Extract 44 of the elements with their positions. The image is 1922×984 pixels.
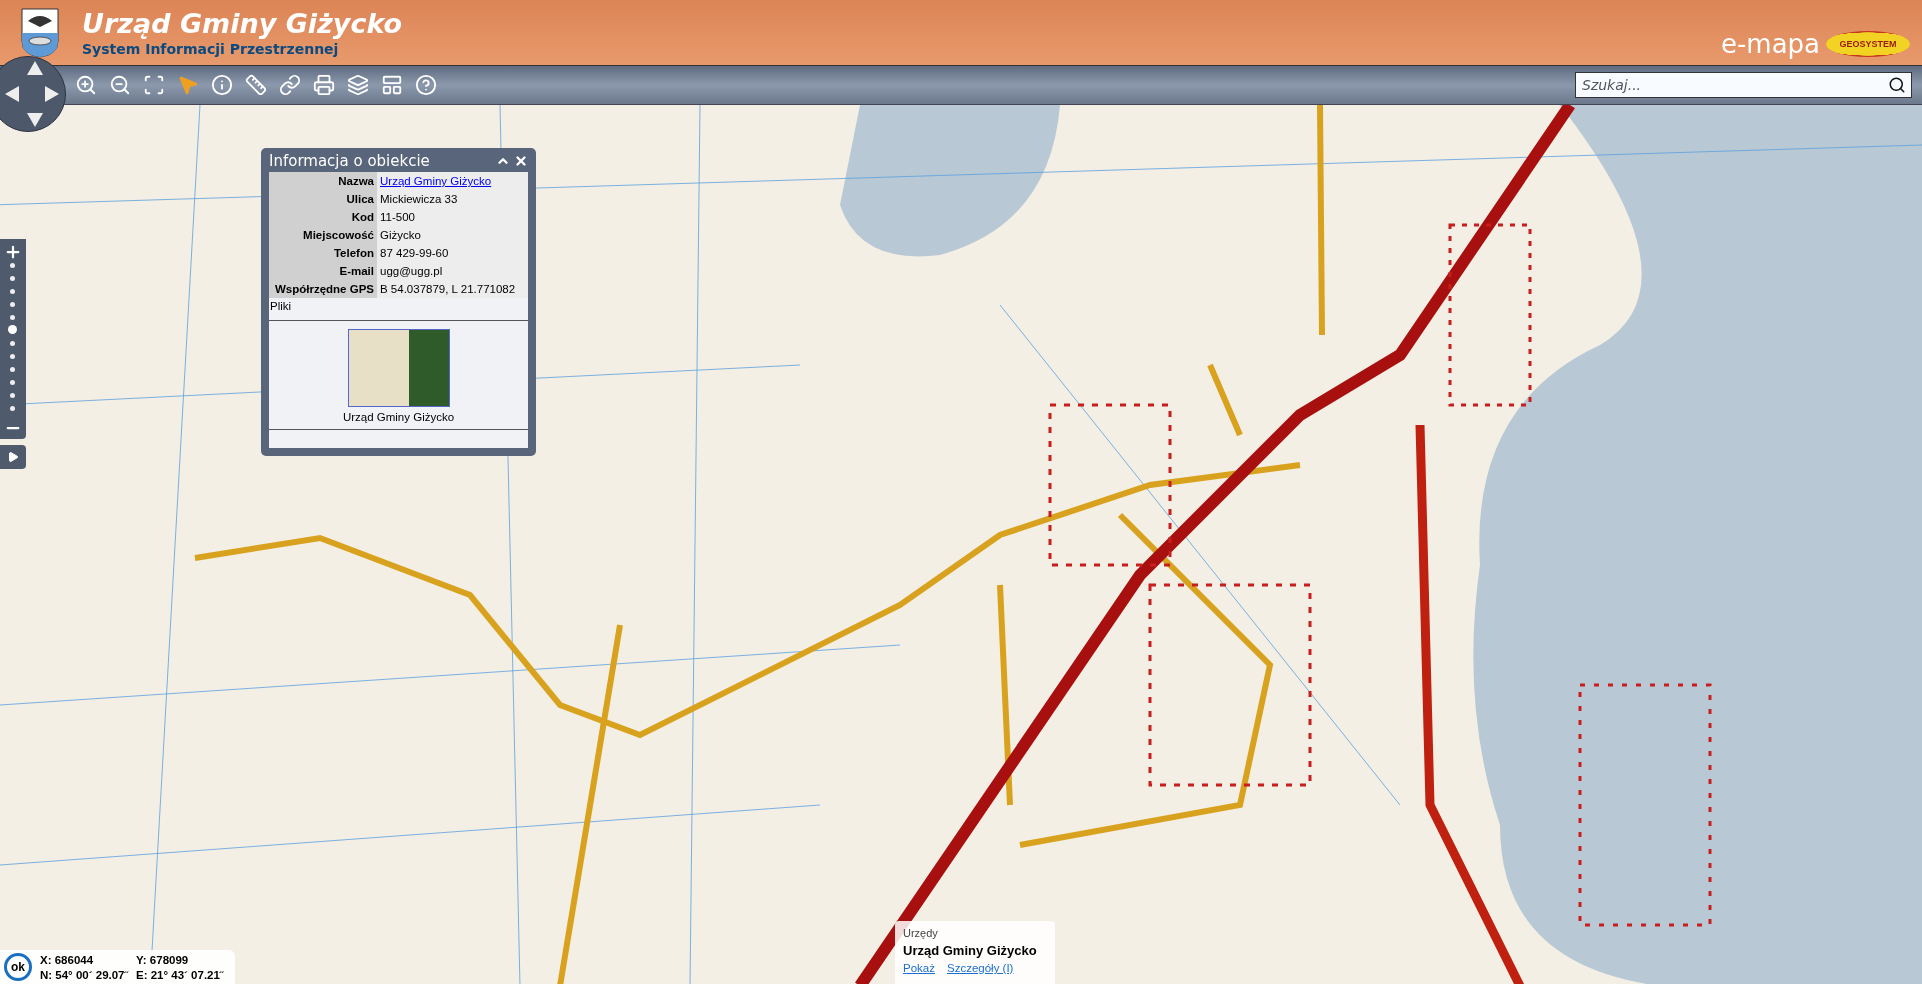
field-value: 87 429-99-60 [377, 244, 528, 262]
field-label: Miejscowość [269, 226, 377, 244]
ok-button[interactable]: ok [4, 953, 32, 981]
photo-placeholder[interactable] [347, 329, 450, 407]
popup-name: Urząd Gminy Giżycko [903, 943, 1038, 958]
play-icon [7, 451, 19, 463]
popup-category: Urzędy [903, 927, 939, 939]
pan-down-icon[interactable] [27, 113, 43, 129]
field-value: Giżycko [377, 226, 528, 244]
popup-link[interactable]: Szczegóły (I) [946, 962, 1014, 974]
app-subtitle: System Informacji Przestrzennej [82, 41, 340, 57]
field-value: ugg@ugg.pl [377, 262, 528, 280]
app-title: Urząd Gminy Giżycko [82, 8, 403, 39]
search-icon[interactable] [1888, 76, 1906, 94]
field-label: Ulica [269, 190, 377, 208]
brand-name: e-mapa [1720, 29, 1820, 59]
field-value: Mickiewicza 33 [377, 190, 528, 208]
field-value: 11-500 [377, 208, 528, 226]
pan-right-icon[interactable] [45, 86, 61, 102]
panel-title: Informacja o obiekcie [269, 152, 431, 170]
field-label: Współrzędne GPS [269, 280, 377, 298]
close-icon[interactable] [514, 154, 528, 168]
zoom-slider[interactable] [0, 239, 26, 439]
pan-up-icon[interactable] [27, 61, 43, 77]
zoom-in-icon[interactable] [4, 243, 22, 261]
pan-left-icon[interactable] [5, 86, 21, 102]
field-label: Telefon [269, 244, 377, 262]
field-label: Nazwa [269, 172, 377, 190]
coordinate-x: X: 686044 [40, 953, 95, 966]
search-field[interactable]: Szukaj... [1575, 72, 1912, 98]
slider-thumb[interactable] [8, 325, 17, 335]
field-label: E-mail [269, 262, 377, 280]
expand-button[interactable] [0, 445, 26, 469]
photo-caption: Urząd Gminy Giżycko [342, 411, 455, 423]
popup-link[interactable]: Pokaż [903, 962, 935, 974]
brand-badge: GEOSYSTEM [1826, 31, 1910, 57]
coordinate-e: E: 21° 43´ 07.21˝ [136, 968, 225, 981]
field-label: Kod [269, 208, 377, 226]
files-label: Pliki [269, 298, 528, 321]
coordinate-y: Y: 678099 [136, 953, 190, 966]
coordinate-n: N: 54° 00´ 29.07˝ [40, 968, 130, 981]
name-link[interactable]: Urząd Gminy Giżycko [380, 175, 492, 187]
field-value: B 54.037879, L 21.771082 [377, 280, 528, 298]
coat-of-arms-icon [20, 6, 60, 59]
